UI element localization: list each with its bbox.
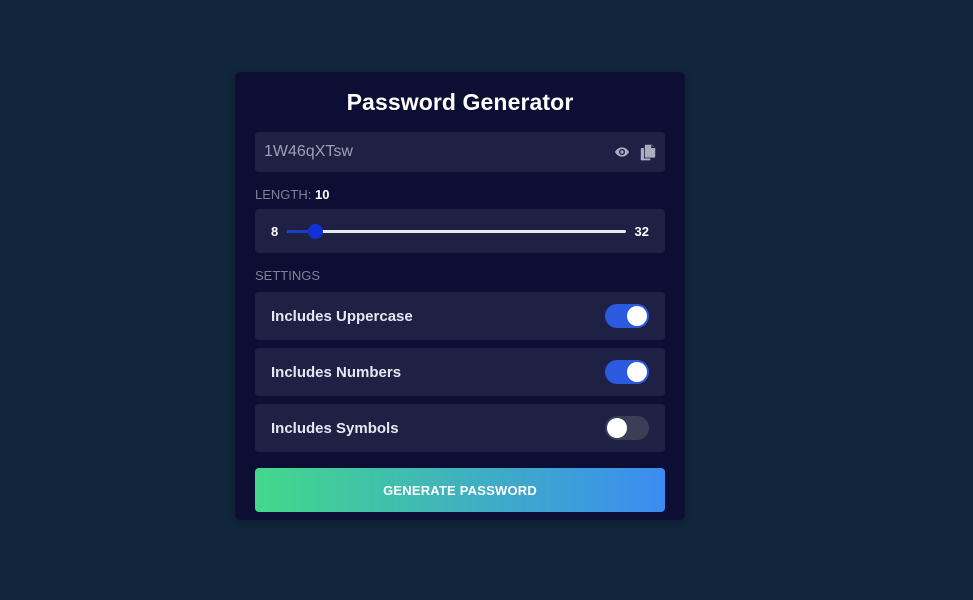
eye-icon[interactable] — [613, 143, 631, 161]
option-symbols: Includes Symbols — [255, 404, 665, 452]
toggle-knob — [627, 362, 647, 382]
page-title: Password Generator — [346, 89, 574, 115]
slider-thumb[interactable] — [308, 223, 324, 239]
length-slider-panel: 8 32 — [255, 209, 665, 253]
length-value: 10 — [314, 187, 330, 202]
generator-card: Password Generator 1W46qXTsw Length: 10 … — [235, 72, 685, 520]
settings-label: Settings — [255, 268, 321, 283]
password-display: 1W46qXTsw — [255, 132, 665, 172]
length-slider[interactable] — [287, 223, 626, 239]
toggle-knob — [627, 306, 647, 326]
slider-min-label: 8 — [271, 223, 279, 239]
generate-password-button[interactable]: GENERATE PASSWORD — [255, 468, 665, 512]
option-uppercase: Includes Uppercase — [255, 292, 665, 340]
option-label: Includes Symbols — [271, 419, 399, 437]
option-label: Includes Uppercase — [271, 307, 413, 325]
slider-max-label: 32 — [634, 223, 649, 239]
toggle-symbols[interactable] — [605, 416, 649, 440]
toggle-numbers[interactable] — [605, 360, 649, 384]
copy-icon[interactable] — [639, 143, 657, 161]
toggle-knob — [607, 418, 627, 438]
toggle-uppercase[interactable] — [605, 304, 649, 328]
password-text: 1W46qXTsw — [264, 143, 353, 160]
option-label: Includes Numbers — [271, 363, 402, 381]
length-label: Length: 10 — [255, 187, 665, 203]
length-label-text: Length: — [255, 187, 312, 202]
option-numbers: Includes Numbers — [255, 348, 665, 396]
